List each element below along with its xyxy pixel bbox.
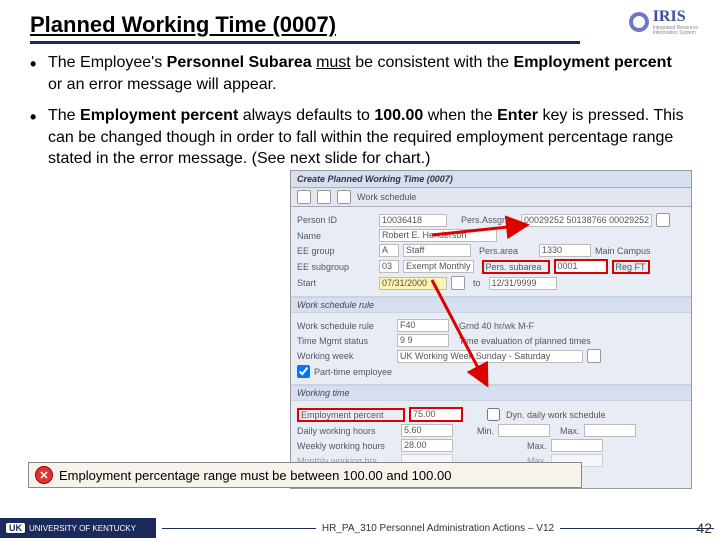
sap-window-title: Create Planned Working Time (0007) [291, 171, 691, 188]
error-icon: ✕ [35, 466, 53, 484]
pers-area-field: Main Campus [595, 246, 651, 256]
parttime-checkbox[interactable] [297, 365, 310, 378]
ee-subgroup-field: Exempt Monthly [403, 260, 474, 273]
footer-center-text: HR_PA_310 Personnel Administration Actio… [322, 523, 554, 534]
footer-org: UNIVERSITY OF KENTUCKY [29, 524, 136, 533]
list-icon[interactable] [317, 190, 331, 204]
person-id-label: Person ID [297, 215, 375, 225]
page-title: Planned Working Time (0007) [30, 12, 580, 44]
ee-group-code: A [379, 244, 399, 257]
pers-assign-label: Pers.Assgn [461, 215, 517, 225]
footer-org-badge: UK UNIVERSITY OF KENTUCKY [0, 518, 156, 538]
sap-toolbar: Work schedule [291, 188, 691, 207]
ee-subgroup-code: 03 [379, 260, 399, 273]
page-number: 42 [696, 520, 712, 536]
name-field: Robert E. Henderson [379, 229, 497, 242]
pers-area-label: Pers.area [479, 246, 535, 256]
name-label: Name [297, 231, 375, 241]
dropdown-icon[interactable] [656, 213, 670, 227]
pers-subarea-label: Pers. subarea [482, 260, 550, 274]
wsr-label: Work schedule rule [297, 321, 393, 331]
tms-label: Time Mgmt status [297, 336, 393, 346]
bullet-1: The Employee's Personnel Subarea must be… [30, 52, 690, 95]
sap-window: Create Planned Working Time (0007) Work … [290, 170, 692, 489]
bullet-2: The Employment percent always defaults t… [30, 105, 690, 170]
max-label-2: Max. [527, 441, 547, 451]
tms-code[interactable]: 9 9 [397, 334, 449, 347]
error-message-bar: ✕ Employment percentage range must be be… [28, 462, 582, 488]
pers-area-code: 1330 [539, 244, 591, 257]
bullet-list: The Employee's Personnel Subarea must be… [30, 52, 690, 170]
flower-icon [629, 12, 649, 32]
start-label: Start [297, 278, 375, 288]
pers-subarea-field: Reg FT [612, 260, 650, 274]
max-field-2[interactable] [551, 439, 603, 452]
min-field[interactable] [498, 424, 550, 437]
pers-subarea-code: 0001 [554, 259, 608, 274]
ee-subgroup-label: EE subgroup [297, 262, 375, 272]
ww-field[interactable]: UK Working Week Sunday - Saturday [397, 350, 583, 363]
person-id-field[interactable]: 10036418 [379, 214, 447, 227]
max-label: Max. [560, 426, 580, 436]
wwh-label: Weekly working hours [297, 441, 397, 451]
parttime-label: Part-time employee [314, 367, 392, 377]
to-label: to [473, 278, 481, 288]
date-icon[interactable] [451, 276, 465, 290]
overview-icon[interactable] [337, 190, 351, 204]
ws-rule-header: Work schedule rule [291, 297, 691, 313]
uk-badge: UK [6, 523, 25, 533]
search-help-icon[interactable] [587, 349, 601, 363]
footer-rule-2 [560, 528, 714, 529]
dyn-checkbox[interactable] [487, 408, 500, 421]
wsr-text: Grnd 40 hr/wk M-F [459, 321, 534, 331]
logo-brand: IRIS [653, 8, 698, 26]
emp-percent-field[interactable]: 75.00 [409, 407, 463, 422]
min-label: Min. [477, 426, 494, 436]
pers-assign-field[interactable]: 00029252 50138766 00029252 [521, 214, 652, 227]
dwh-field[interactable]: 5.60 [401, 424, 453, 437]
dyn-label: Dyn. daily work schedule [506, 410, 606, 420]
working-time-header: Working time [291, 385, 691, 401]
emp-percent-label: Employment percent [297, 408, 405, 422]
error-text: Employment percentage range must be betw… [59, 468, 451, 483]
max-field[interactable] [584, 424, 636, 437]
ee-group-field: Staff [403, 244, 471, 257]
footer-rule [162, 528, 316, 529]
start-field[interactable]: 07/31/2000 [379, 277, 447, 290]
ee-group-label: EE group [297, 246, 375, 256]
wwh-field[interactable]: 28.00 [401, 439, 453, 452]
toolbar-label[interactable]: Work schedule [357, 192, 416, 202]
wsr-code[interactable]: F40 [397, 319, 449, 332]
footer: UK UNIVERSITY OF KENTUCKY HR_PA_310 Pers… [0, 516, 720, 540]
ww-label: Working week [297, 351, 393, 361]
save-icon[interactable] [297, 190, 311, 204]
logo-sub2: Information System [653, 31, 698, 36]
iris-logo: IRIS Integrated Resource Information Sys… [629, 8, 698, 36]
tms-text: Time evaluation of planned times [459, 336, 591, 346]
end-field[interactable]: 12/31/9999 [489, 277, 557, 290]
dwh-label: Daily working hours [297, 426, 397, 436]
